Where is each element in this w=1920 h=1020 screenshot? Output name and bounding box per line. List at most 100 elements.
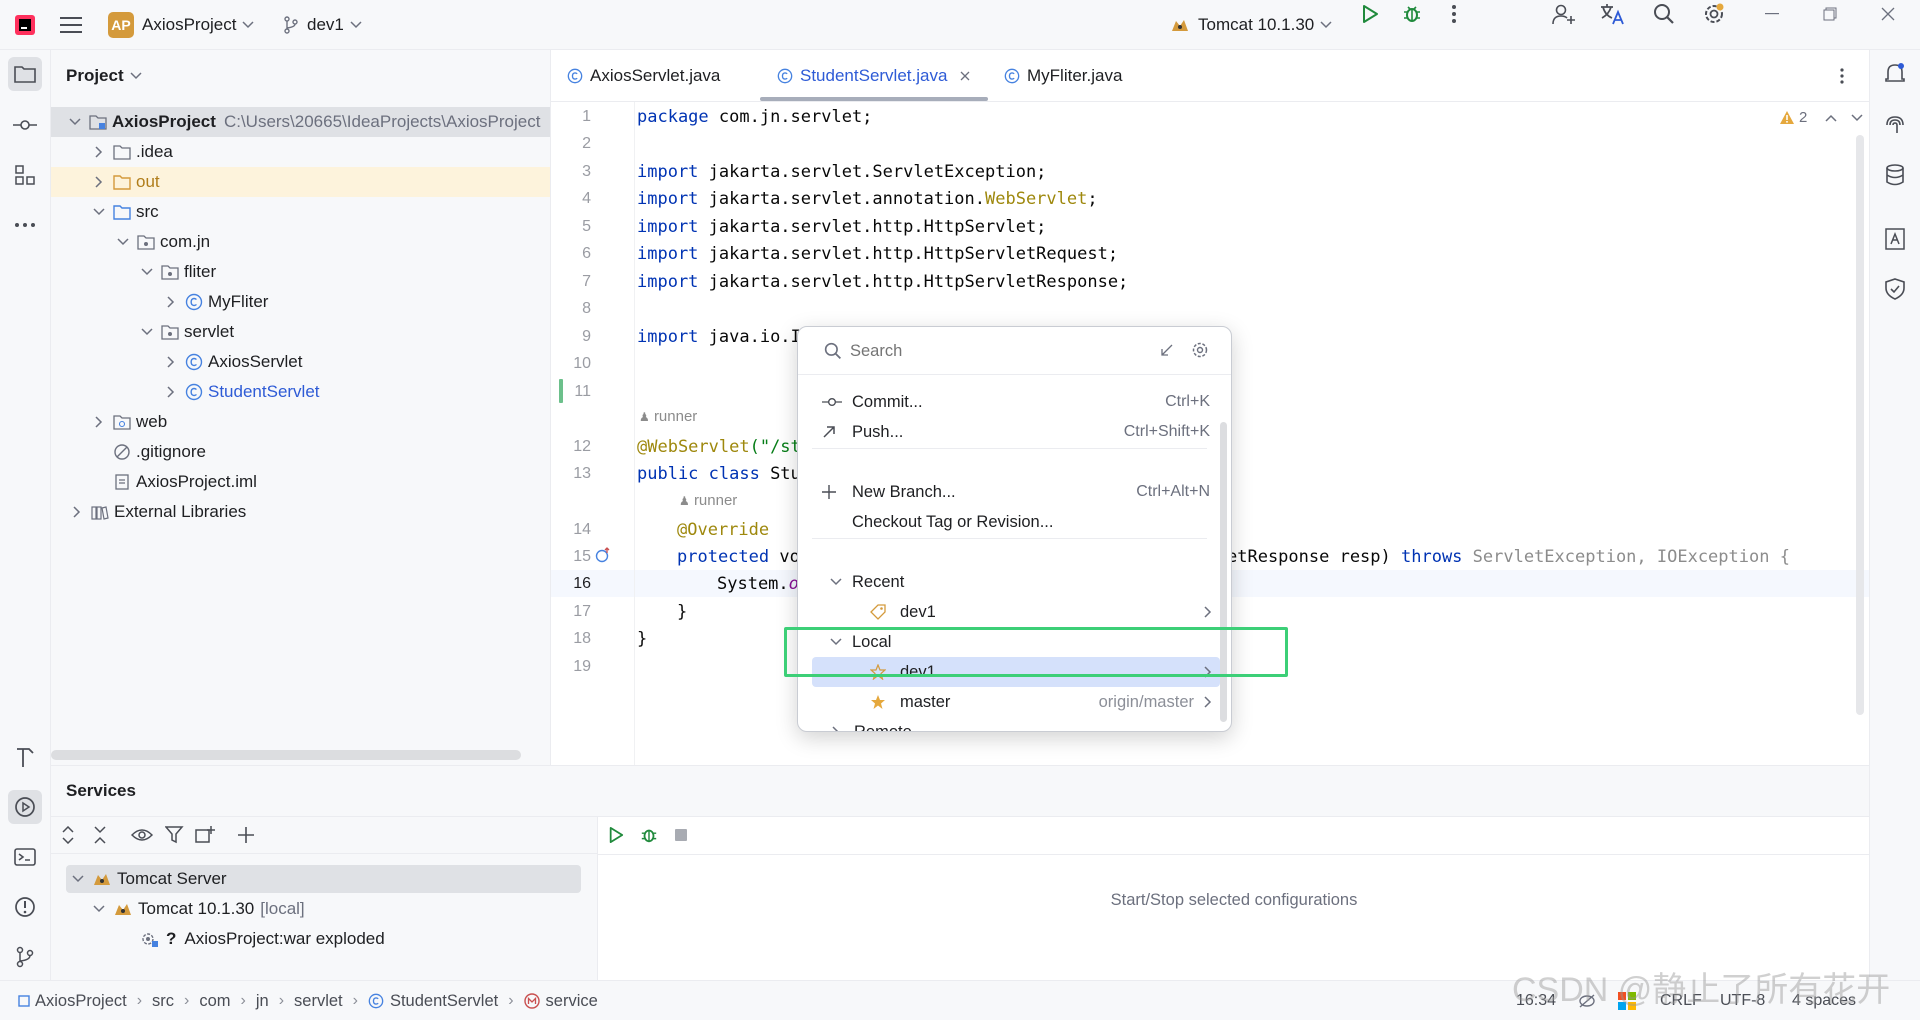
code-line[interactable]: protected vo <box>677 547 800 567</box>
inspection-widget[interactable]: 2 <box>1779 109 1863 126</box>
project-panel-header[interactable]: Project <box>66 66 142 86</box>
stop-icon[interactable] <box>674 816 688 854</box>
breadcrumb-item[interactable]: service <box>523 992 598 1011</box>
gear-icon[interactable] <box>1191 341 1209 359</box>
breadcrumb-item[interactable]: jn <box>256 992 269 1011</box>
text-inspect-icon[interactable] <box>1878 222 1912 256</box>
breadcrumb-item[interactable]: src <box>152 992 174 1011</box>
expand-all-icon[interactable] <box>61 826 75 844</box>
tree-item-external-libraries[interactable]: External Libraries <box>51 497 550 527</box>
collapse-all-icon[interactable] <box>93 826 107 844</box>
code-line[interactable]: import jakarta.servlet.ServletException; <box>637 162 1046 182</box>
debug-icon[interactable] <box>1398 0 1426 28</box>
code-line[interactable]: } <box>637 629 647 649</box>
restore-window-icon[interactable] <box>1816 0 1844 28</box>
more-actions-icon[interactable] <box>1440 0 1468 28</box>
tree-item-servlet[interactable]: servlet <box>51 317 550 347</box>
build-hammer-icon[interactable] <box>8 740 42 774</box>
git-icon[interactable] <box>8 940 42 974</box>
project-folder-icon[interactable] <box>8 57 42 91</box>
service-artifact[interactable]: ? AxiosProject:war exploded <box>140 925 385 953</box>
structure-icon[interactable] <box>8 158 42 192</box>
service-tomcat-instance[interactable]: Tomcat 10.1.30 [local] <box>93 895 305 923</box>
breadcrumb-item[interactable]: StudentServlet <box>368 992 498 1011</box>
code-line[interactable]: @Override <box>677 520 769 540</box>
tree-item-studentservlet[interactable]: StudentServlet <box>51 377 550 407</box>
breadcrumb-item[interactable]: AxiosProject <box>18 992 127 1011</box>
tree-item-fliter[interactable]: fliter <box>51 257 550 287</box>
problems-icon[interactable] <box>8 890 42 924</box>
intellij-logo-icon[interactable] <box>14 0 36 50</box>
breadcrumb-item[interactable]: servlet <box>294 992 343 1011</box>
main-menu-icon[interactable] <box>60 0 82 50</box>
tree-root-axiosproject[interactable]: AxiosProject C:\Users\20665\IdeaProjects… <box>51 107 550 137</box>
tree-item-idea[interactable]: .idea <box>51 137 550 167</box>
tree-item-com-jn[interactable]: com.jn <box>51 227 550 257</box>
new-branch-menu-item[interactable]: New Branch... Ctrl+Alt+N <box>812 477 1220 507</box>
chevron-up-icon[interactable] <box>1825 114 1837 122</box>
code-line[interactable]: package com.jn.servlet; <box>637 107 872 127</box>
branch-switcher[interactable]: dev1 <box>283 0 362 50</box>
add-user-icon[interactable] <box>1550 0 1578 28</box>
code-line[interactable]: import jakarta.servlet.http.HttpServletR… <box>637 272 1128 292</box>
code-line[interactable]: import jakarta.servlet.http.HttpServlet; <box>637 217 1046 237</box>
search-icon[interactable] <box>1650 0 1678 28</box>
tree-item-gitignore[interactable]: .gitignore <box>51 437 550 467</box>
close-window-icon[interactable] <box>1874 0 1902 28</box>
notifications-bell-icon[interactable] <box>1878 57 1912 91</box>
code-line[interactable]: @WebServlet("/st <box>637 437 801 457</box>
new-tab-icon[interactable] <box>195 825 215 843</box>
debug-icon[interactable] <box>640 816 658 854</box>
run-icon[interactable] <box>1356 0 1384 28</box>
push-menu-item[interactable]: Push... Ctrl+Shift+K <box>812 417 1220 447</box>
code-line-continued[interactable]: etResponse resp) throws ServletException… <box>1227 547 1790 567</box>
services-icon[interactable] <box>8 790 42 824</box>
translate-icon[interactable] <box>1598 0 1626 28</box>
run-icon[interactable] <box>608 816 624 854</box>
code-line[interactable]: import jakarta.servlet.http.HttpServletR… <box>637 244 1118 264</box>
tree-item-out[interactable]: out <box>51 167 550 197</box>
tab-options-icon[interactable] <box>1839 50 1845 102</box>
code-line[interactable]: public class Stu <box>637 464 801 484</box>
code-line[interactable]: import jakarta.servlet.annotation.WebSer… <box>637 189 1098 209</box>
tab-axiosservlet[interactable]: AxiosServlet.java <box>567 50 720 102</box>
vcs-change-marker[interactable] <box>559 379 563 403</box>
database-icon[interactable] <box>1878 158 1912 192</box>
add-service-icon[interactable] <box>236 825 256 845</box>
remote-group-header[interactable]: Remote <box>812 717 1220 731</box>
tree-item-src[interactable]: src <box>51 197 550 227</box>
tree-item-myfliter[interactable]: MyFliter <box>51 287 550 317</box>
usage-hint[interactable]: ♟ runner <box>639 408 697 425</box>
code-line[interactable]: import java.io.I <box>637 327 801 347</box>
filter-icon[interactable] <box>165 826 185 844</box>
horizontal-scrollbar[interactable] <box>51 750 521 760</box>
minimize-window-icon[interactable] <box>1758 0 1786 28</box>
usage-hint[interactable]: ♟ runner <box>679 492 737 509</box>
recent-group-header[interactable]: Recent <box>812 567 1220 597</box>
code-line[interactable]: System.o <box>717 574 799 594</box>
show-eye-icon[interactable] <box>131 827 153 843</box>
service-tomcat-server[interactable]: Tomcat Server <box>66 865 581 893</box>
checkout-tag-menu-item[interactable]: Checkout Tag or Revision... <box>812 507 1220 537</box>
tree-item-iml[interactable]: AxiosProject.iml <box>51 467 550 497</box>
close-tab-icon[interactable] <box>960 71 970 81</box>
override-gutter-icon[interactable] <box>595 547 611 563</box>
terminal-icon[interactable] <box>8 840 42 874</box>
tree-item-web[interactable]: web <box>51 407 550 437</box>
run-config-selector[interactable]: Tomcat 10.1.30 <box>1170 0 1332 50</box>
code-line[interactable]: } <box>677 602 687 622</box>
branch-search-input[interactable] <box>850 339 1150 363</box>
commit-menu-item[interactable]: Commit... Ctrl+K <box>812 387 1220 417</box>
local-branch-master[interactable]: master origin/master <box>812 687 1220 717</box>
project-switcher[interactable]: AP AxiosProject <box>108 0 255 50</box>
commit-icon[interactable] <box>8 108 42 142</box>
shrink-arrow-icon[interactable] <box>1158 343 1174 359</box>
tab-myfliter[interactable]: MyFliter.java <box>1004 50 1122 102</box>
editor-scrollbar[interactable] <box>1856 135 1864 715</box>
chevron-down-icon[interactable] <box>1851 113 1863 122</box>
more-tools-icon[interactable] <box>8 208 42 242</box>
shield-check-icon[interactable] <box>1878 272 1912 306</box>
popup-scrollbar[interactable] <box>1220 422 1227 722</box>
recent-branch-dev1[interactable]: dev1 <box>812 597 1220 627</box>
ai-assistant-icon[interactable] <box>1878 108 1912 142</box>
